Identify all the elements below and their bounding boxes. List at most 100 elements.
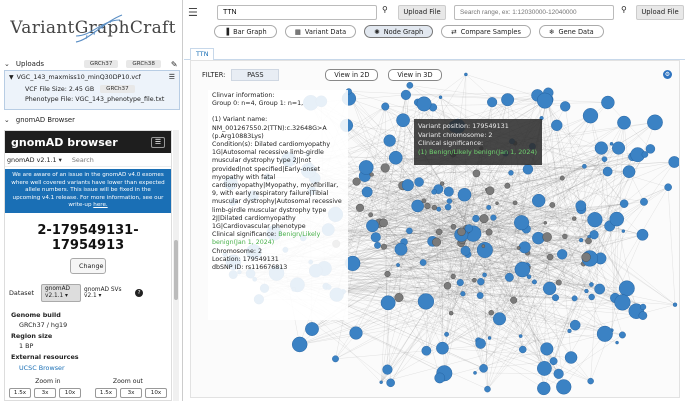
graph-node[interactable] — [396, 263, 400, 267]
graph-node[interactable] — [614, 294, 631, 311]
graph-node[interactable] — [518, 334, 523, 338]
zoom-in-10x-button[interactable]: 10x — [59, 388, 81, 398]
graph-node[interactable] — [352, 177, 361, 186]
graph-node[interactable] — [487, 336, 492, 340]
graph-node[interactable] — [564, 351, 578, 364]
graph-node[interactable] — [537, 361, 552, 376]
graph-node[interactable] — [444, 203, 452, 211]
view-tab-node-graph[interactable]: ✺ Node Graph — [364, 25, 434, 38]
graph-node[interactable] — [332, 355, 339, 363]
graph-node[interactable] — [366, 219, 379, 233]
graph-node[interactable] — [552, 294, 560, 302]
view-tab-bar-graph[interactable]: ▐ Bar Graph — [214, 25, 277, 38]
graph-node[interactable] — [582, 164, 587, 169]
graph-node[interactable] — [460, 291, 466, 297]
graph-node[interactable] — [546, 253, 554, 261]
graph-node[interactable] — [381, 102, 390, 111]
graph-node[interactable] — [380, 295, 396, 311]
view-tab-gene-data[interactable]: ❄ Gene Data — [538, 25, 604, 38]
help-icon[interactable]: ? — [135, 288, 144, 297]
graph-node[interactable] — [504, 182, 511, 189]
graph-node[interactable] — [414, 177, 424, 187]
graph-node[interactable] — [543, 221, 547, 225]
graph-node[interactable] — [664, 183, 672, 192]
caret-down-icon[interactable]: ▼ — [9, 74, 14, 81]
graph-node[interactable] — [443, 186, 454, 197]
chevron-down-icon[interactable]: ⌄ — [4, 60, 10, 68]
graph-node[interactable] — [479, 364, 488, 373]
graph-node[interactable] — [551, 119, 563, 131]
chevron-down-icon[interactable]: ⌄ — [4, 116, 10, 124]
graph-node[interactable] — [379, 218, 388, 228]
graph-node[interactable] — [556, 379, 572, 395]
gnomad-version-select[interactable]: gnomAD v2.1.1 ▾ — [7, 156, 62, 164]
graph-node[interactable] — [587, 212, 603, 228]
zoom-in-1-5x-button[interactable]: 1.5x — [9, 388, 31, 398]
graph-node[interactable] — [587, 377, 594, 385]
graph-node[interactable] — [549, 357, 558, 366]
graph-node[interactable] — [361, 186, 373, 198]
graph-node[interactable] — [488, 310, 494, 316]
graph-node[interactable] — [486, 205, 492, 210]
graph-node[interactable] — [394, 242, 408, 256]
graph-node[interactable] — [510, 296, 518, 304]
graph-node[interactable] — [641, 151, 649, 158]
graph-node[interactable] — [368, 212, 374, 218]
graph-node[interactable] — [618, 331, 626, 339]
graph-node[interactable] — [638, 311, 648, 320]
graph-node[interactable] — [305, 322, 319, 336]
graph-node[interactable] — [569, 319, 581, 331]
graph-node[interactable] — [594, 141, 608, 155]
graph-node[interactable] — [584, 288, 589, 294]
graph-node[interactable] — [476, 241, 493, 259]
graph-node[interactable] — [472, 214, 480, 223]
genome-tag-grch37[interactable]: GRCh37 — [83, 60, 119, 68]
graph-node[interactable] — [522, 164, 534, 175]
graph-node[interactable] — [582, 108, 599, 124]
gene-search-input[interactable] — [217, 5, 377, 20]
graph-node[interactable] — [505, 272, 514, 282]
graph-node[interactable] — [537, 381, 551, 396]
graph-node[interactable] — [394, 293, 404, 303]
graph-node[interactable] — [609, 211, 624, 227]
scrollbar-thumb[interactable] — [174, 240, 178, 300]
graph-node[interactable] — [479, 214, 489, 224]
graph-node[interactable] — [401, 179, 414, 192]
graph-node[interactable] — [672, 302, 678, 307]
graph-node[interactable] — [472, 277, 477, 283]
graph-node[interactable] — [536, 92, 553, 109]
graph-node[interactable] — [553, 368, 564, 379]
graph-node[interactable] — [618, 280, 635, 297]
graph-node[interactable] — [482, 272, 487, 278]
graph-node[interactable] — [473, 371, 477, 375]
graph-node[interactable] — [477, 278, 485, 286]
graph-node[interactable] — [575, 200, 587, 212]
graph-node[interactable] — [549, 202, 556, 208]
graph-node[interactable] — [555, 279, 562, 286]
graph-node[interactable] — [571, 295, 578, 302]
graph-node[interactable] — [370, 232, 381, 243]
graph-node[interactable] — [519, 345, 527, 354]
sv-dataset-select[interactable]: gnomAD SVs v2.1 ▾ — [84, 287, 132, 299]
graph-node[interactable] — [609, 142, 614, 146]
graph-node[interactable] — [619, 199, 629, 208]
graph-node[interactable] — [622, 165, 636, 178]
graph-node[interactable] — [440, 181, 445, 186]
graph-node[interactable] — [572, 216, 577, 221]
graph-node[interactable] — [567, 328, 572, 334]
graph-node[interactable] — [588, 293, 595, 301]
graph-node[interactable] — [518, 241, 531, 254]
graph-node[interactable] — [448, 311, 454, 316]
graph-node[interactable] — [585, 237, 592, 245]
view-tab-compare-samples[interactable]: ⇄ Compare Samples — [441, 25, 531, 38]
graph-node[interactable] — [490, 214, 497, 221]
graph-node[interactable] — [514, 215, 530, 231]
graph-node[interactable] — [450, 223, 457, 230]
graph-node[interactable] — [601, 156, 608, 162]
graph-node[interactable] — [436, 206, 442, 212]
uploads-header[interactable]: ⌄ Uploads GRCh37 GRCh38 ✎ — [4, 58, 180, 70]
graph-node[interactable] — [400, 89, 411, 100]
graph-node[interactable] — [416, 96, 432, 112]
graph-node[interactable] — [432, 237, 442, 247]
gnomad-section-header[interactable]: ⌄ gnomAD Browser — [4, 116, 75, 124]
